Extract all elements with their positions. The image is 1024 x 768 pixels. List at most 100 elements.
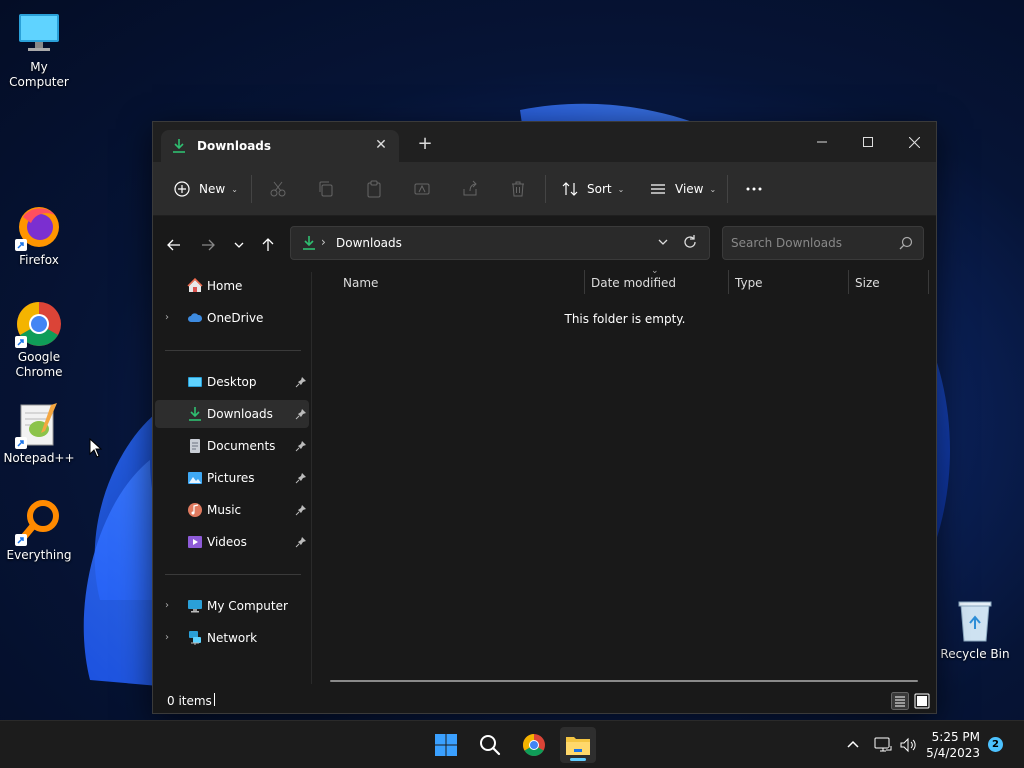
rename-button[interactable]	[413, 175, 431, 203]
pin-icon[interactable]	[295, 504, 307, 516]
sidebar-item-pictures[interactable]: Pictures	[155, 464, 309, 492]
taskbar-file-explorer[interactable]	[560, 727, 596, 763]
desktop-icon-recycle-bin[interactable]: Recycle Bin	[936, 597, 1014, 662]
desktop-icon-firefox[interactable]: Firefox	[0, 203, 78, 268]
up-button[interactable]	[257, 234, 279, 256]
new-button[interactable]: New ⌄	[173, 175, 238, 203]
clock-time: 5:25 PM	[931, 730, 980, 744]
column-header-size[interactable]: Size	[855, 276, 880, 290]
search-box[interactable]	[722, 226, 924, 260]
back-button[interactable]	[163, 234, 185, 256]
search-input[interactable]	[731, 236, 891, 250]
more-dots-icon	[746, 187, 762, 191]
expand-chevron-icon[interactable]: ›	[165, 600, 169, 611]
close-window-button[interactable]	[891, 128, 937, 156]
expand-chevron-icon[interactable]: ›	[165, 632, 169, 643]
tiles-view-icon[interactable]	[913, 692, 931, 710]
notepadpp-icon	[15, 401, 63, 449]
desktop-icon-everything[interactable]: Everything	[0, 498, 78, 563]
plus-circle-icon	[174, 181, 190, 197]
minimize-button[interactable]	[799, 128, 845, 156]
pin-icon[interactable]	[295, 376, 307, 388]
address-dropdown-icon[interactable]	[657, 236, 669, 251]
status-bar: 0 items	[153, 688, 936, 714]
refresh-icon[interactable]	[681, 233, 699, 251]
desktop-icon-chrome[interactable]: Google Chrome	[0, 300, 78, 380]
sidebar-item-network[interactable]: › Network	[155, 624, 309, 652]
volume-icon[interactable]	[899, 736, 917, 754]
sidebar-item-videos[interactable]: Videos	[155, 528, 309, 556]
sidebar-item-label: Network	[207, 631, 258, 645]
share-button[interactable]	[461, 175, 479, 203]
network-status-icon[interactable]	[874, 736, 892, 754]
new-tab-button[interactable]: +	[415, 134, 435, 154]
maximize-button[interactable]	[845, 128, 891, 156]
start-button[interactable]	[428, 727, 464, 763]
pin-icon[interactable]	[295, 536, 307, 548]
copy-button[interactable]	[317, 175, 335, 203]
mouse-cursor-icon	[89, 438, 103, 458]
file-explorer-window: Downloads ✕ + New ⌄ Sort ⌄ View ⌄ › Down…	[152, 121, 937, 714]
desktop-icon-label: My Computer	[9, 60, 69, 89]
recent-locations-button[interactable]	[228, 234, 250, 256]
breadcrumb-downloads[interactable]: Downloads	[336, 236, 402, 250]
desktop-icon-label: Google Chrome	[15, 350, 63, 379]
chevron-up-icon[interactable]	[844, 736, 862, 754]
search-icon	[480, 735, 501, 756]
column-divider[interactable]	[928, 270, 929, 294]
sidebar-item-onedrive[interactable]: › OneDrive	[155, 304, 309, 332]
title-bar: Downloads ✕ +	[153, 122, 936, 162]
sidebar-item-music[interactable]: Music	[155, 496, 309, 524]
address-bar[interactable]: › Downloads	[290, 226, 710, 260]
new-label: New	[199, 182, 226, 196]
view-button[interactable]: View ⌄	[649, 175, 716, 203]
sidebar-item-home[interactable]: Home	[155, 272, 309, 300]
sidebar-item-label: Music	[207, 503, 242, 517]
tab-title: Downloads	[197, 139, 272, 153]
scissors-icon	[270, 181, 286, 197]
nav-divider	[165, 574, 301, 575]
notification-badge[interactable]: 2	[988, 737, 1003, 752]
pin-icon[interactable]	[295, 408, 307, 420]
desktop-icon-notepadpp[interactable]: Notepad++	[0, 401, 78, 466]
sidebar-item-my-computer[interactable]: › My Computer	[155, 592, 309, 620]
taskbar-search-button[interactable]	[472, 727, 508, 763]
details-view-icon[interactable]	[891, 692, 909, 710]
tab-downloads[interactable]: Downloads ✕	[161, 130, 399, 162]
column-header-type[interactable]: Type	[735, 276, 763, 290]
shortcut-arrow-icon	[15, 534, 27, 546]
cloud-icon	[188, 313, 203, 322]
everything-search-icon	[15, 498, 63, 546]
sidebar-item-documents[interactable]: Documents	[155, 432, 309, 460]
sidebar-item-desktop[interactable]: Desktop	[155, 368, 309, 396]
file-list[interactable]	[313, 272, 937, 684]
sort-button[interactable]: Sort ⌄	[561, 175, 624, 203]
close-tab-icon[interactable]: ✕	[373, 137, 389, 153]
pin-icon[interactable]	[295, 472, 307, 484]
more-options-button[interactable]	[745, 175, 763, 203]
toolbar-divider	[251, 175, 252, 203]
delete-button[interactable]	[509, 175, 527, 203]
taskbar-chrome[interactable]	[516, 727, 552, 763]
horizontal-scrollbar[interactable]	[330, 680, 918, 682]
sort-label: Sort	[587, 182, 612, 196]
column-header-name[interactable]: Name	[343, 276, 378, 290]
column-divider[interactable]	[728, 270, 729, 294]
forward-button[interactable]	[197, 234, 219, 256]
pin-icon[interactable]	[295, 440, 307, 452]
home-icon	[187, 278, 203, 292]
folder-icon	[566, 737, 590, 755]
desktop-icon-my-computer[interactable]: My Computer	[0, 10, 78, 90]
share-icon	[463, 180, 477, 196]
firefox-icon	[15, 203, 63, 251]
sidebar-item-downloads[interactable]: Downloads	[155, 400, 309, 428]
toolbar-divider	[545, 175, 546, 203]
cut-button[interactable]	[269, 175, 287, 203]
sort-arrows-icon	[562, 182, 578, 196]
paste-button[interactable]	[365, 175, 383, 203]
expand-chevron-icon[interactable]: ›	[165, 312, 169, 323]
column-header-date-modified[interactable]: Date modified	[591, 276, 676, 290]
column-divider[interactable]	[584, 270, 585, 294]
column-divider[interactable]	[848, 270, 849, 294]
taskbar-clock[interactable]: 5:25 PM 5/4/2023	[926, 729, 980, 761]
